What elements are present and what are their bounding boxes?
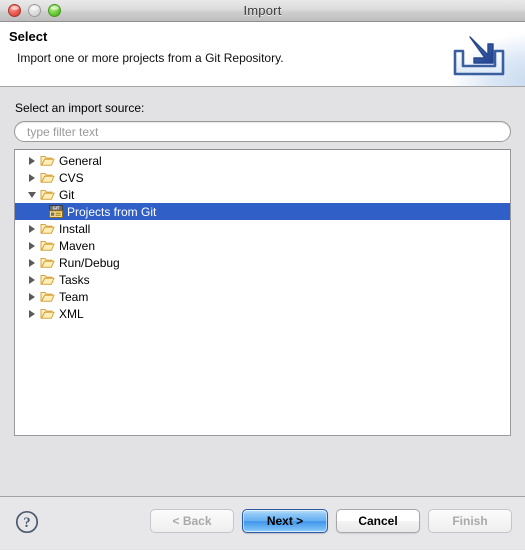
filter-input[interactable] <box>14 121 511 142</box>
footer-button-group: < Back Next > Cancel Finish <box>150 509 512 533</box>
chevron-right-icon[interactable] <box>24 173 40 182</box>
tree-item-git[interactable]: Git <box>15 186 510 203</box>
tree-item-general[interactable]: General <box>15 152 510 169</box>
chevron-right-icon[interactable] <box>24 309 40 318</box>
folder-icon <box>40 273 58 286</box>
tree-item-run-debug[interactable]: Run/Debug <box>15 254 510 271</box>
folder-icon <box>40 222 58 235</box>
cancel-button[interactable]: Cancel <box>336 509 420 533</box>
tree-item-label: CVS <box>59 170 84 185</box>
tree-item-install[interactable]: Install <box>15 220 510 237</box>
tree-rows: General CVS Git GIT Projects from Git In… <box>15 150 510 322</box>
folder-icon <box>40 256 58 269</box>
svg-text:?: ? <box>23 515 30 531</box>
import-source-tree[interactable]: General CVS Git GIT Projects from Git In… <box>14 149 511 436</box>
import-dialog-window: Import Select Import one or more project… <box>0 0 525 550</box>
wizard-header: Select Import one or more projects from … <box>0 22 525 87</box>
folder-icon <box>40 239 58 252</box>
tree-item-label: Run/Debug <box>59 255 120 270</box>
tree-item-label: XML <box>59 306 84 321</box>
git-icon: GIT <box>46 205 66 218</box>
tree-item-team[interactable]: Team <box>15 288 510 305</box>
import-source-label: Select an import source: <box>15 101 145 115</box>
tree-item-tasks[interactable]: Tasks <box>15 271 510 288</box>
tree-item-maven[interactable]: Maven <box>15 237 510 254</box>
chevron-right-icon[interactable] <box>24 224 40 233</box>
help-question-icon[interactable]: ? <box>15 510 39 534</box>
next-button[interactable]: Next > <box>242 509 328 533</box>
chevron-right-icon[interactable] <box>24 292 40 301</box>
back-button[interactable]: < Back <box>150 509 234 533</box>
tree-item-label: Install <box>59 221 91 236</box>
tree-item-xml[interactable]: XML <box>15 305 510 322</box>
window-title: Import <box>243 3 282 18</box>
dialog-body: Select an import source: General <box>0 87 525 496</box>
chevron-right-icon[interactable] <box>24 258 40 267</box>
folder-icon <box>40 307 58 320</box>
tree-item-cvs[interactable]: CVS <box>15 169 510 186</box>
tree-item-label: General <box>59 153 102 168</box>
dialog-footer: ? < Back Next > Cancel Finish <box>0 496 525 549</box>
page-description: Import one or more projects from a Git R… <box>17 51 284 65</box>
import-banner-icon <box>453 36 505 76</box>
chevron-down-icon[interactable] <box>24 191 40 198</box>
folder-icon <box>40 188 58 201</box>
folder-icon <box>40 171 58 184</box>
chevron-right-icon[interactable] <box>24 241 40 250</box>
tree-item-label: Team <box>59 289 89 304</box>
tree-item-label: Git <box>59 187 75 202</box>
finish-button[interactable]: Finish <box>428 509 512 533</box>
chevron-right-icon[interactable] <box>24 156 40 165</box>
svg-text:GIT: GIT <box>53 206 60 211</box>
tree-item-label: Maven <box>59 238 96 253</box>
page-title: Select <box>9 29 48 44</box>
folder-icon <box>40 290 58 303</box>
tree-item-projects-from-git[interactable]: GIT Projects from Git <box>15 203 510 220</box>
tree-item-label: Tasks <box>59 272 90 287</box>
window-titlebar: Import <box>0 0 525 22</box>
folder-icon <box>40 154 58 167</box>
tree-item-label: Projects from Git <box>67 204 157 219</box>
chevron-right-icon[interactable] <box>24 275 40 284</box>
